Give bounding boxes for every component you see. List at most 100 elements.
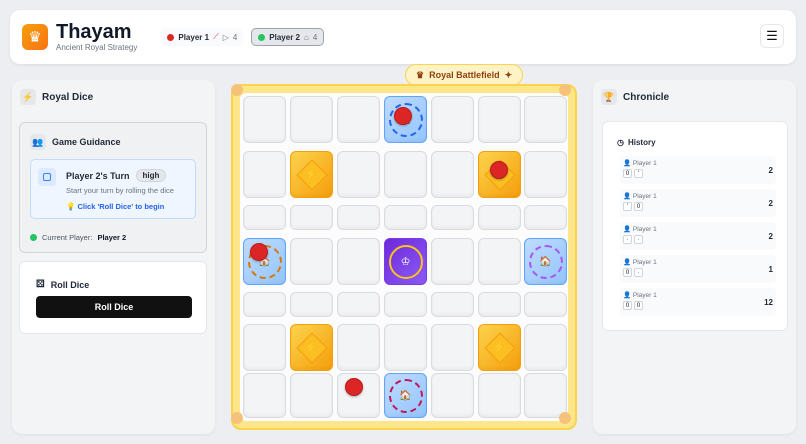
player-1-piece[interactable] (250, 243, 268, 261)
player-1-piece[interactable] (345, 378, 363, 396)
board-cell[interactable] (243, 324, 286, 371)
history-score: 12 (764, 298, 773, 307)
board-label-text: Royal Battlefield (429, 70, 500, 80)
history-dice: 00 (623, 301, 643, 310)
board-cell[interactable] (384, 324, 427, 371)
history-player-name: Player 1 (632, 292, 657, 299)
history-score: 1 (768, 265, 773, 274)
board-cell[interactable] (524, 292, 567, 317)
board-cell[interactable] (431, 96, 474, 143)
board-cell[interactable] (243, 96, 286, 143)
history-player: 👤 Player 1 (623, 225, 657, 233)
board-cell[interactable] (243, 151, 286, 198)
board-cell[interactable] (384, 151, 427, 198)
board-cell[interactable] (384, 292, 427, 317)
board-cell[interactable] (337, 151, 380, 198)
board-cell[interactable] (478, 292, 521, 317)
board-cell[interactable] (524, 151, 567, 198)
roll-dice-header: ⚄ Roll Dice (36, 279, 89, 290)
history-entry: 👤 Player 1 00 12 (620, 288, 776, 316)
current-player-dot (30, 234, 37, 241)
die: 0 (623, 268, 632, 277)
user-icon: 👤 (623, 292, 632, 299)
player-1-stat: 4 (232, 32, 238, 42)
history-score: 2 (768, 199, 773, 208)
board-cell[interactable] (290, 238, 333, 285)
board-cell[interactable] (337, 205, 380, 230)
board-cell[interactable] (478, 373, 521, 418)
history-dice: 0 ' (623, 169, 643, 178)
royal-dice-panel: ⚡ Royal Dice 👥 Game Guidance Player 2's … (12, 80, 215, 434)
center-cell[interactable]: ♔ (384, 238, 427, 285)
lightning-icon: ⚡ (493, 342, 506, 353)
board-cell[interactable] (337, 292, 380, 317)
bonus-cell[interactable]: ⚡ (478, 324, 521, 371)
user-icon: 👤 (623, 160, 632, 167)
history-player: 👤 Player 1 (623, 159, 657, 167)
die: · (634, 268, 643, 277)
board-cell[interactable] (431, 205, 474, 230)
bonus-cell[interactable]: ⚡ (290, 151, 333, 198)
board-cell[interactable] (431, 373, 474, 418)
priority-badge: high (135, 169, 167, 182)
board-cell[interactable] (290, 205, 333, 230)
chronicle-header: 🏆 Chronicle (593, 80, 796, 114)
board-cell[interactable] (524, 205, 567, 230)
board-cell[interactable] (243, 205, 286, 230)
lightning-icon: ⚡ (20, 89, 36, 105)
turn-cta-text: Click 'Roll Dice' to begin (77, 202, 165, 211)
house-icon: 🏠 (539, 256, 552, 267)
history-score: 2 (768, 166, 773, 175)
board-label: ♛ Royal Battlefield ✦ (405, 64, 524, 86)
lightbulb-icon: 💡 (66, 202, 76, 211)
die: 0 (623, 169, 632, 178)
trophy-icon: 🏆 (601, 89, 617, 105)
board-cell[interactable] (524, 324, 567, 371)
board-cell[interactable] (478, 96, 521, 143)
board-cell[interactable] (337, 96, 380, 143)
board-cell[interactable] (290, 292, 333, 317)
house-icon: 🏠 (399, 390, 412, 401)
board-cell[interactable] (337, 238, 380, 285)
history-dice: ' 0 (623, 202, 643, 211)
die: ' (623, 202, 632, 211)
player-2-color-dot (258, 33, 266, 41)
die: ' (634, 169, 643, 178)
board-cell[interactable] (478, 238, 521, 285)
player-1-piece[interactable] (490, 161, 508, 179)
safe-house-cell[interactable]: 🏠 (384, 373, 427, 418)
board-cell[interactable] (243, 292, 286, 317)
board-cell[interactable] (431, 324, 474, 371)
board-cell[interactable] (290, 373, 333, 418)
board-cell[interactable] (337, 324, 380, 371)
board-cell[interactable] (524, 373, 567, 418)
history-player: 👤 Player 1 (623, 258, 657, 266)
turn-card: Player 2's Turn high Start your turn by … (30, 159, 196, 219)
current-player-value: Player 2 (97, 233, 127, 242)
sword-icon: ⟋ (213, 32, 219, 41)
current-player-label: Current Player: (42, 233, 93, 242)
safe-house-cell[interactable]: 🏠 (524, 238, 567, 285)
flag-icon: ▷ (222, 32, 229, 42)
board-cell[interactable] (431, 292, 474, 317)
bonus-cell[interactable]: ⚡ (290, 324, 333, 371)
history-player-name: Player 1 (632, 160, 657, 167)
roll-dice-card: ⚄ Roll Dice Roll Dice (19, 261, 207, 334)
roll-dice-button[interactable]: Roll Dice (36, 296, 192, 318)
history-dice: · · (623, 235, 643, 244)
menu-button[interactable]: ☰ (760, 24, 784, 48)
history-player-name: Player 1 (632, 259, 657, 266)
board-cell[interactable] (431, 151, 474, 198)
player-1-badge[interactable]: Player 1 ⟋ ▷ 4 (161, 28, 244, 46)
turn-cta: 💡 Click 'Roll Dice' to begin (66, 202, 164, 211)
crown-logo-icon: ♛ (22, 24, 48, 50)
board-cell[interactable] (478, 205, 521, 230)
player-1-piece[interactable] (394, 107, 412, 125)
user-icon: 👤 (623, 193, 632, 200)
board-cell[interactable] (384, 205, 427, 230)
board-cell[interactable] (524, 96, 567, 143)
player-2-badge[interactable]: Player 2 ⌂ 4 (251, 28, 325, 46)
board-cell[interactable] (243, 373, 286, 418)
board-cell[interactable] (290, 96, 333, 143)
board-cell[interactable] (431, 238, 474, 285)
